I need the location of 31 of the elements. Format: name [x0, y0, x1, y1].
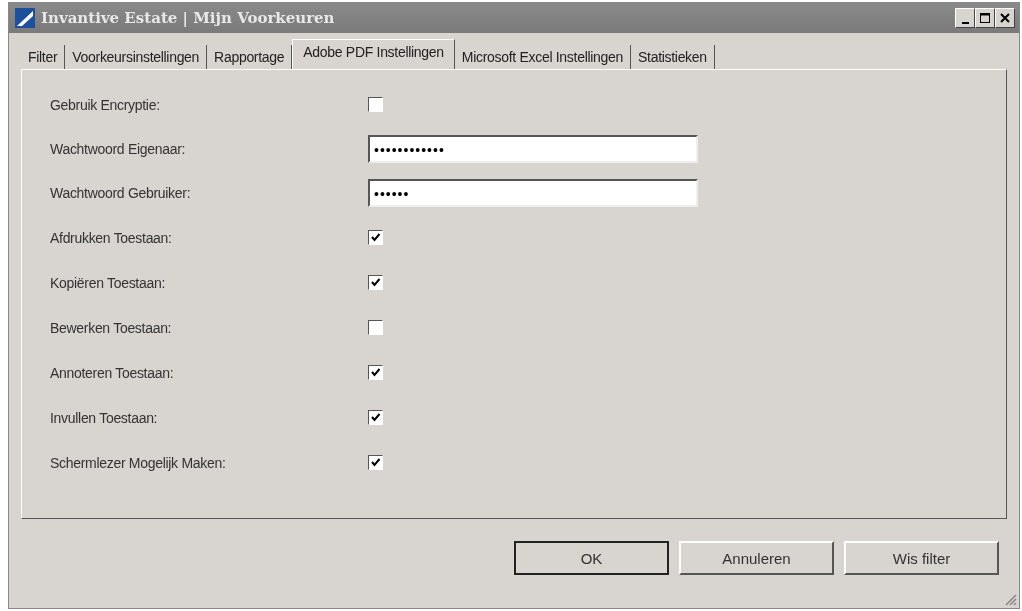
tab[interactable]: Adobe PDF Instellingen [292, 39, 455, 69]
field-label: Schermlezer Mogelijk Maken: [50, 454, 227, 471]
minimize-icon [961, 21, 969, 24]
dialog-button[interactable]: OK [514, 541, 669, 575]
checkbox[interactable] [368, 230, 383, 245]
field-label: Annoteren Toestaan: [50, 364, 175, 381]
close-icon [999, 12, 1011, 24]
checkbox[interactable] [368, 97, 383, 112]
resize-grip-icon [1003, 592, 1017, 606]
app-icon [15, 8, 35, 28]
checkbox[interactable] [368, 320, 383, 335]
checkbox[interactable] [368, 410, 383, 425]
field-label: Bewerken Toestaan: [50, 319, 173, 336]
field-label: Kopiëren Toestaan: [50, 274, 166, 291]
maximize-button[interactable] [975, 8, 995, 28]
password-field[interactable]: •••••• [368, 179, 698, 207]
checkbox[interactable] [368, 455, 383, 470]
field-label: Afdrukken Toestaan: [50, 229, 173, 246]
dialog-button[interactable]: Annuleren [679, 541, 834, 575]
password-field[interactable]: •••••••••••• [368, 135, 698, 163]
checkbox[interactable] [368, 365, 383, 380]
field-label: Gebruik Encryptie: [50, 96, 161, 113]
minimize-button[interactable] [955, 8, 975, 28]
checkbox[interactable] [368, 275, 383, 290]
close-button[interactable] [995, 8, 1015, 28]
maximize-icon [979, 12, 991, 24]
dialog-button[interactable]: Wis filter [844, 541, 999, 575]
window-title: Invantive Estate | Mijn Voorkeuren [41, 9, 335, 27]
field-label: Invullen Toestaan: [50, 409, 159, 426]
field-label: Wachtwoord Gebruiker: [50, 185, 192, 201]
field-label: Wachtwoord Eigenaar: [50, 141, 187, 157]
